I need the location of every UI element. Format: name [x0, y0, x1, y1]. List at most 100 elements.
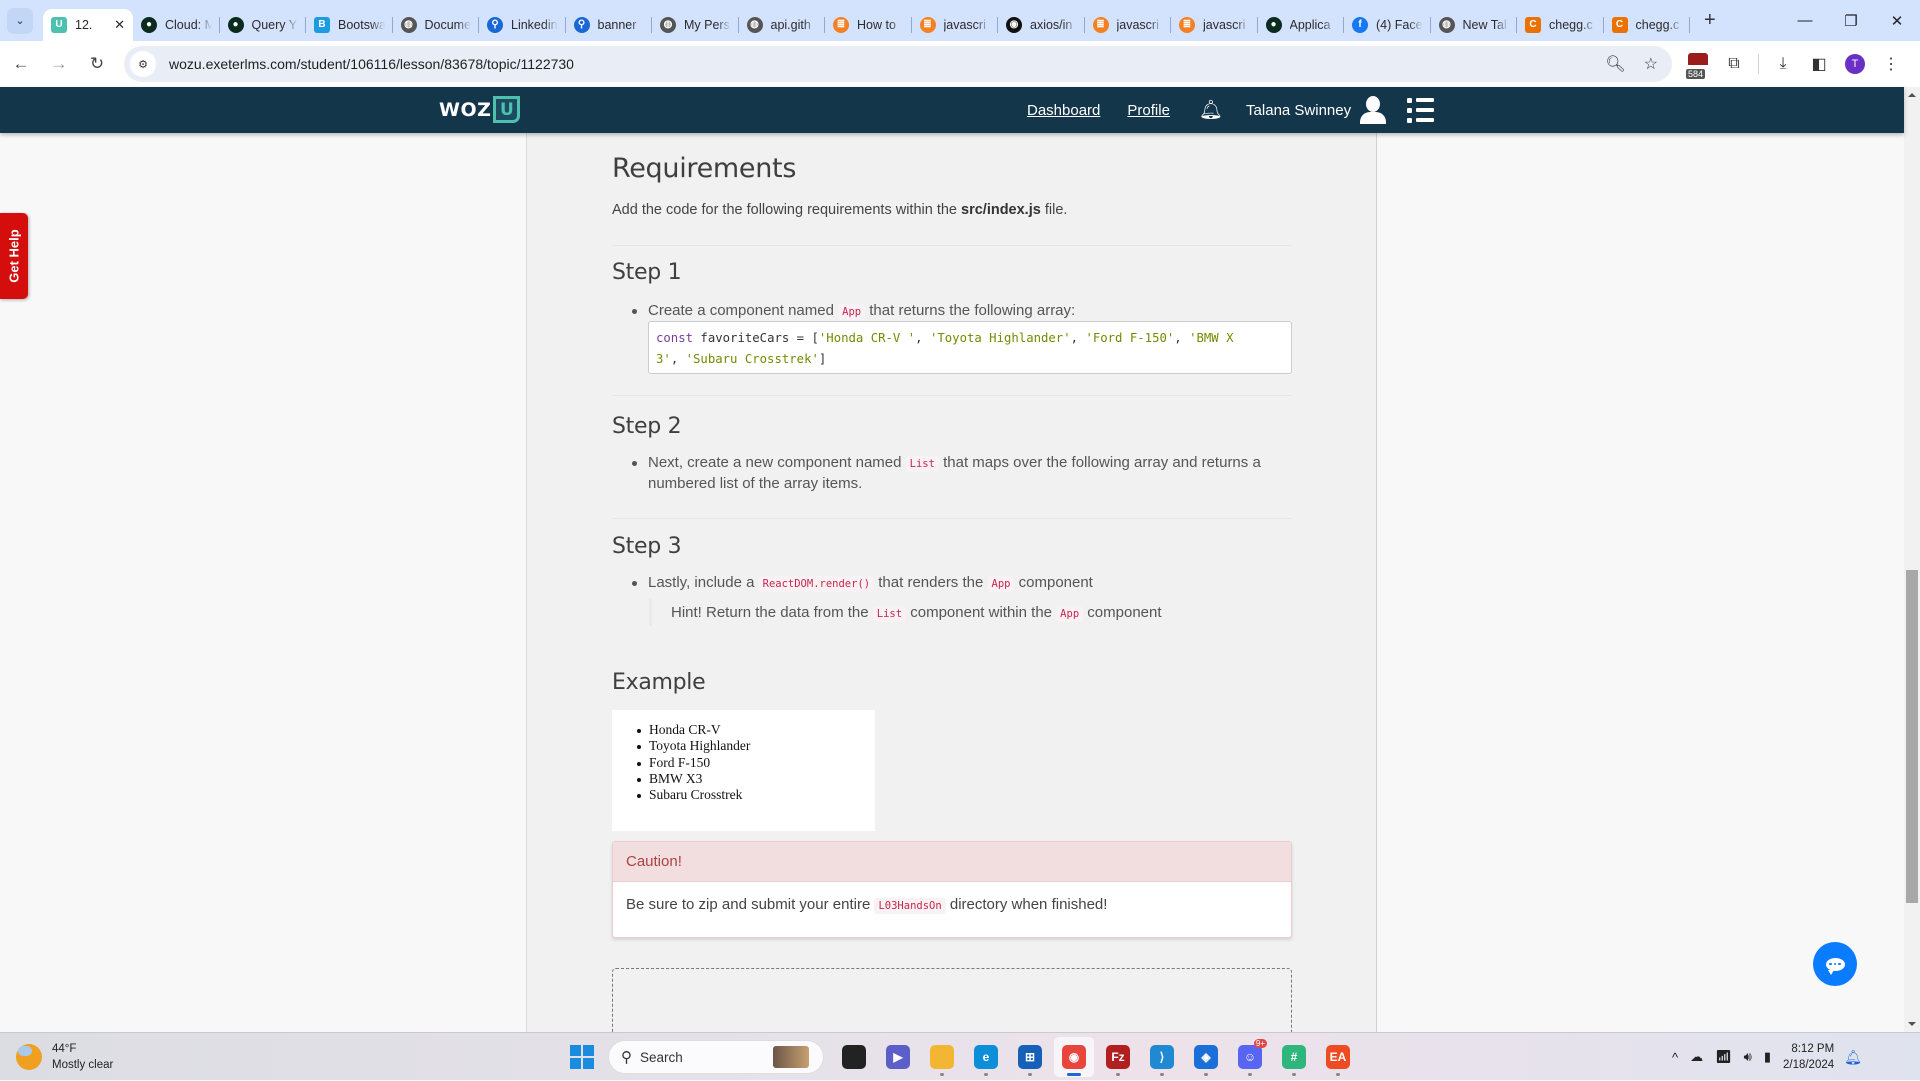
inline-code: App	[1056, 606, 1084, 622]
onedrive-sync-icon[interactable]: ☁	[1690, 1049, 1703, 1065]
weather-widget[interactable]: 44°F Mostly clear	[16, 1041, 113, 1073]
chat-button[interactable]	[1813, 942, 1857, 986]
tab-search-button[interactable]: ⌄	[7, 7, 33, 34]
user-name[interactable]: Talana Swinney	[1246, 102, 1351, 119]
bookmark-star-icon[interactable]: ☆	[1644, 54, 1658, 74]
azure-data-studio-icon: ◈	[1194, 1045, 1218, 1069]
browser-tab[interactable]: ◍ My Pers	[652, 9, 739, 41]
tab-title: Docume	[424, 17, 472, 32]
notification-bell-icon[interactable]: 🔔︎	[1199, 98, 1223, 122]
windows-start-icon[interactable]	[570, 1045, 594, 1069]
browser-tab[interactable]: ● Cloud: M	[133, 9, 220, 41]
wifi-icon[interactable]: 📶︎	[1715, 1049, 1732, 1065]
microsoft-store-icon: ⊞	[1018, 1045, 1042, 1069]
nav-dashboard-link[interactable]: Dashboard	[1027, 102, 1100, 119]
submission-dropzone[interactable]	[612, 968, 1292, 1032]
taskbar-app-microsoft-store[interactable]: ⊞	[1010, 1037, 1050, 1077]
restore-button[interactable]: ❐	[1828, 0, 1874, 41]
download-icon[interactable]: ⤓	[1765, 49, 1801, 79]
address-bar[interactable]: ⚙ wozu.exeterlms.com/student/106116/less…	[124, 46, 1672, 82]
new-tab-button[interactable]: +	[1704, 9, 1716, 32]
scroll-down-arrow[interactable]	[1908, 1022, 1916, 1026]
tab-title: javascri	[1116, 17, 1159, 32]
taskbar-app-task-view[interactable]	[834, 1037, 874, 1077]
taskbar-app-azure-data-studio[interactable]: ◈	[1186, 1037, 1226, 1077]
taskbar-search[interactable]: ⚲ Search	[608, 1040, 824, 1074]
step-2-item: Next, create a new component named List …	[632, 453, 1272, 494]
wozu-logo[interactable]: WOZ U	[439, 96, 521, 123]
zoom-icon[interactable]: 🔍︎	[1605, 54, 1625, 74]
browser-tab[interactable]: ⚲ banner	[566, 9, 653, 41]
edge-icon: e	[974, 1045, 998, 1069]
taskbar-app-discord[interactable]: ☺ 9+	[1230, 1037, 1270, 1077]
scroll-thumb[interactable]	[1906, 570, 1918, 903]
browser-tab[interactable]: ≣ javascri	[1171, 9, 1258, 41]
extension-counter-button[interactable]: 584	[1680, 49, 1716, 79]
taskbar-app-meet[interactable]: ▶	[878, 1037, 918, 1077]
browser-tab[interactable]: ⚲ Linkedin	[479, 9, 566, 41]
taskbar-app-ea[interactable]: EA	[1318, 1037, 1358, 1077]
running-indicator	[1116, 1073, 1120, 1076]
site-info-icon[interactable]: ⚙	[130, 51, 156, 77]
browser-tab[interactable]: Cchegg.c	[1604, 9, 1691, 41]
browser-tab[interactable]: ≣ javascri	[912, 9, 999, 41]
taskbar-app-slack[interactable]: #	[1274, 1037, 1314, 1077]
page-scrollbar[interactable]	[1904, 87, 1920, 1032]
facebook-icon: f	[1352, 16, 1368, 33]
taskbar-app-chrome[interactable]: ◉	[1054, 1037, 1094, 1077]
browser-tab[interactable]: ● Query Y	[220, 9, 307, 41]
nav-profile-link[interactable]: Profile	[1127, 102, 1170, 119]
browser-tab[interactable]: ◍ Docume	[393, 9, 480, 41]
side-panel-icon[interactable]: ◧	[1801, 49, 1837, 79]
inline-code: App	[987, 576, 1015, 592]
forward-button[interactable]: →	[42, 47, 76, 81]
browser-menu-icon[interactable]: ⋮	[1873, 49, 1909, 79]
chat-bubble-icon	[1825, 957, 1845, 975]
taskbar-app-edge[interactable]: e	[966, 1037, 1006, 1077]
browser-tab[interactable]: ≣ How to	[825, 9, 912, 41]
stackoverflow-icon: ≣	[1092, 16, 1109, 33]
user-avatar-icon[interactable]	[1359, 95, 1387, 125]
back-button[interactable]: ←	[4, 47, 38, 81]
example-list-item: Subaru Crosstrek	[637, 787, 875, 803]
clock[interactable]: 8:12 PM 2/18/2024	[1783, 1041, 1834, 1073]
profile-button[interactable]: T	[1837, 49, 1873, 79]
get-help-button[interactable]: Get Help	[0, 213, 28, 299]
chevron-down-icon: ⌄	[15, 15, 25, 27]
nav-links: Dashboard Profile 🔔︎ Talana Swinney	[1027, 87, 1435, 133]
file-path: src/index.js	[961, 202, 1041, 218]
close-tab-icon[interactable]: ✕	[114, 17, 125, 33]
browser-tab[interactable]: ● Applica	[1258, 9, 1345, 41]
stackoverflow-icon: ≣	[1179, 16, 1195, 33]
taskbar-app-vscode[interactable]: ⟩	[1142, 1037, 1182, 1077]
file-explorer-icon	[930, 1045, 954, 1069]
taskbar-app-file-explorer[interactable]	[922, 1037, 962, 1077]
browser-tab[interactable]: ≣ javascri	[1085, 9, 1172, 41]
url-text[interactable]: wozu.exeterlms.com/student/106116/lesson…	[169, 56, 574, 72]
browser-tab[interactable]: U 12. ✕	[43, 8, 133, 41]
browser-tab[interactable]: f (4) Face	[1344, 9, 1431, 41]
tray-overflow-icon[interactable]: ^	[1672, 1050, 1678, 1065]
tab-title: javascri	[943, 17, 986, 32]
browser-tab[interactable]: ◍ api.gith	[739, 9, 826, 41]
hamburger-list-icon[interactable]	[1407, 97, 1435, 123]
running-indicator	[1204, 1073, 1208, 1076]
reload-button[interactable]: ↻	[80, 47, 114, 81]
close-window-button[interactable]: ✕	[1874, 0, 1920, 41]
browser-tab[interactable]: ◉ axios/in	[998, 9, 1085, 41]
weather-moon-cloud-icon	[16, 1044, 42, 1070]
taskbar-app-filezilla[interactable]: Fz	[1098, 1037, 1138, 1077]
app-badge: 9+	[1253, 1039, 1267, 1048]
tab-title: 12.	[75, 17, 93, 32]
browser-tab[interactable]: ◍ New Tal	[1431, 9, 1518, 41]
extensions-puzzle-icon[interactable]: ⧉	[1716, 49, 1752, 79]
minimize-button[interactable]: —	[1782, 0, 1828, 41]
site-navbar: WOZ U Dashboard Profile 🔔︎ Talana Swinne…	[0, 87, 1904, 133]
browser-tab[interactable]: Cchegg.c	[1517, 9, 1604, 41]
scroll-up-arrow[interactable]	[1908, 93, 1916, 97]
extensions-area: 584 ⧉ ⤓ ◧ T ⋮	[1680, 41, 1909, 87]
battery-icon[interactable]: ▮	[1764, 1049, 1771, 1065]
browser-tab[interactable]: B Bootswa	[306, 9, 393, 41]
notification-bell-icon[interactable]: 🔔︎	[1844, 1049, 1862, 1066]
volume-icon[interactable]: 🔊︎	[1744, 1049, 1752, 1065]
